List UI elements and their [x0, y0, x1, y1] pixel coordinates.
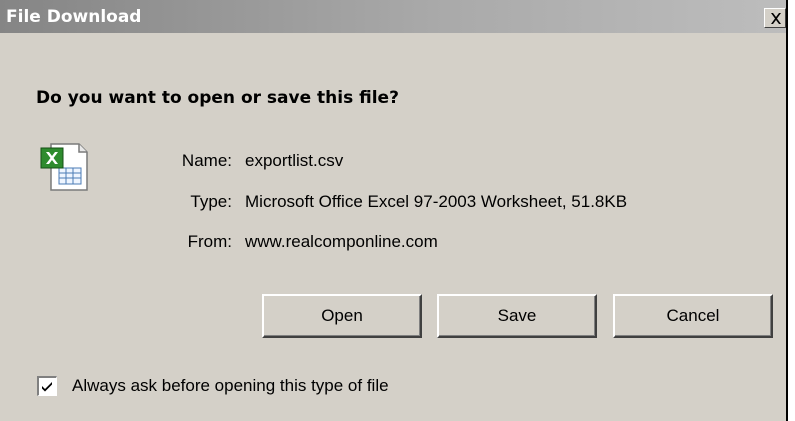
name-value: exportlist.csv	[245, 151, 344, 170]
close-button[interactable]	[764, 8, 786, 28]
dialog-question: Do you want to open or save this file?	[36, 88, 399, 108]
checkmark-icon	[42, 382, 52, 392]
save-button[interactable]: Save	[437, 294, 597, 338]
type-label: Type:	[190, 192, 232, 211]
file-download-dialog: File Download Do you want to open or sav…	[0, 0, 788, 421]
open-button[interactable]: Open	[262, 294, 422, 338]
type-value: Microsoft Office Excel 97-2003 Worksheet…	[245, 192, 628, 211]
always-ask-checkbox[interactable]	[37, 376, 57, 396]
excel-file-icon	[37, 138, 93, 194]
close-icon	[771, 13, 781, 24]
name-label: Name:	[181, 151, 232, 170]
from-label: From:	[187, 232, 232, 251]
always-ask-label[interactable]: Always ask before opening this type of f…	[72, 376, 389, 396]
from-value: www.realcomponline.com	[245, 232, 438, 251]
window-title: File Download	[6, 7, 142, 27]
cancel-button[interactable]: Cancel	[613, 294, 773, 338]
title-bar[interactable]: File Download	[0, 0, 786, 33]
